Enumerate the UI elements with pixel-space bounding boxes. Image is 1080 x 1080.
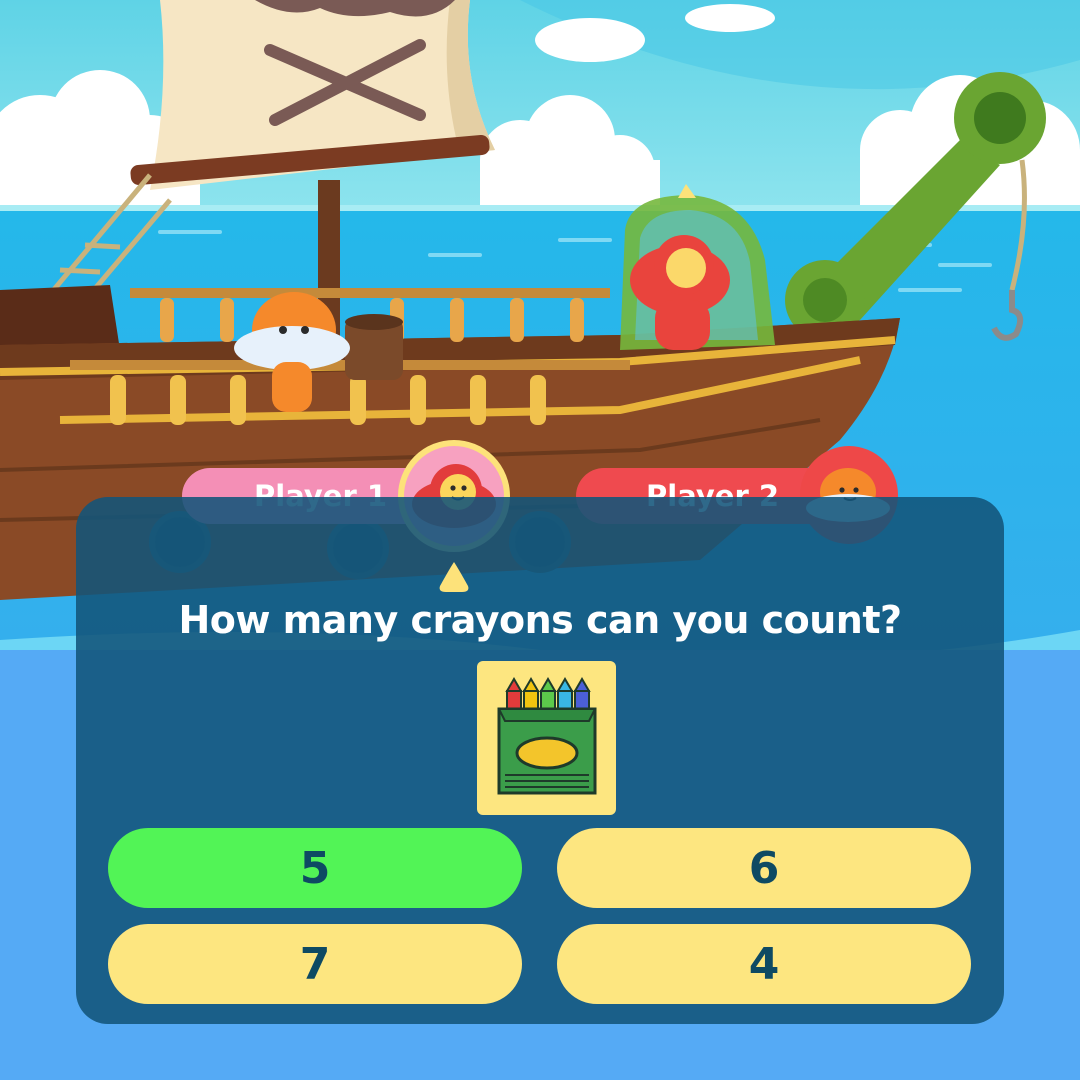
answer-option-4[interactable]: 4 — [557, 924, 971, 1004]
question-text: How many crayons can you count? — [178, 598, 902, 642]
answer-option-5[interactable]: 5 — [108, 828, 522, 908]
crayon-box-icon — [497, 677, 597, 795]
answer-label: 6 — [748, 842, 780, 894]
crayon-box-card — [477, 661, 616, 815]
answer-option-6[interactable]: 6 — [557, 828, 971, 908]
answer-label: 7 — [299, 938, 331, 990]
answer-label: 4 — [748, 938, 780, 990]
turn-pointer-icon — [439, 562, 469, 592]
answer-option-7[interactable]: 7 — [108, 924, 522, 1004]
answer-label: 5 — [299, 842, 331, 894]
